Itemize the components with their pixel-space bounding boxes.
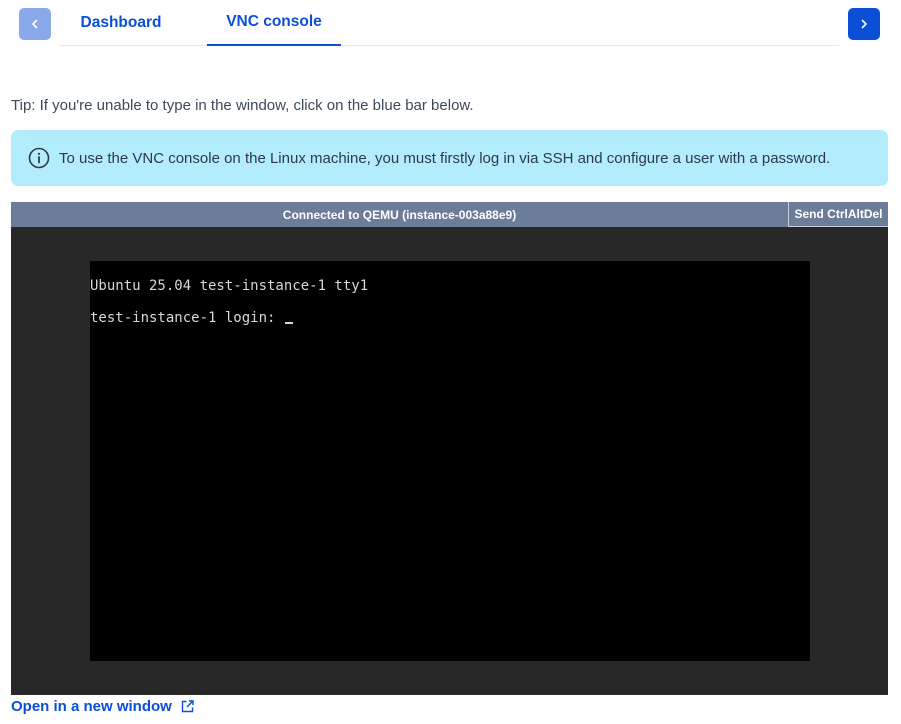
terminal-cursor [284,322,293,324]
vnc-console-page: Dashboard VNC console Tip: If you're una… [0,0,901,724]
vnc-screen[interactable]: Ubuntu 25.04 test-instance-1 tty1 test-i… [90,261,810,661]
external-link-icon [181,700,194,713]
send-ctrl-alt-del-button[interactable]: Send CtrlAltDel [788,202,888,227]
vnc-connection-status: Connected to QEMU (instance-003a88e9) [282,207,517,222]
tab-bar: Dashboard VNC console [59,0,839,46]
terminal-line-login: test-instance-1 login: [90,310,293,326]
tab-vnc-console[interactable]: VNC console [207,0,341,46]
info-alert-text: To use the VNC console on the Linux mach… [59,149,831,167]
chevron-left-icon [32,19,38,29]
terminal-line-banner: Ubuntu 25.04 test-instance-1 tty1 [90,278,369,294]
terminal-login-prompt: test-instance-1 login: [90,310,284,326]
chevron-right-icon [861,19,867,29]
info-icon [28,147,50,169]
vnc-status-bar[interactable]: Connected to QEMU (instance-003a88e9) Se… [11,202,888,227]
tab-dashboard[interactable]: Dashboard [59,0,183,46]
tabs-scroll-left-button[interactable] [19,8,51,40]
tip-text: Tip: If you're unable to type in the win… [11,97,474,114]
info-alert: To use the VNC console on the Linux mach… [11,130,888,186]
open-in-new-window-label: Open in a new window [11,698,172,715]
open-in-new-window-link[interactable]: Open in a new window [11,698,194,715]
vnc-console: Connected to QEMU (instance-003a88e9) Se… [11,202,888,695]
tabs-scroll-right-button[interactable] [848,8,880,40]
